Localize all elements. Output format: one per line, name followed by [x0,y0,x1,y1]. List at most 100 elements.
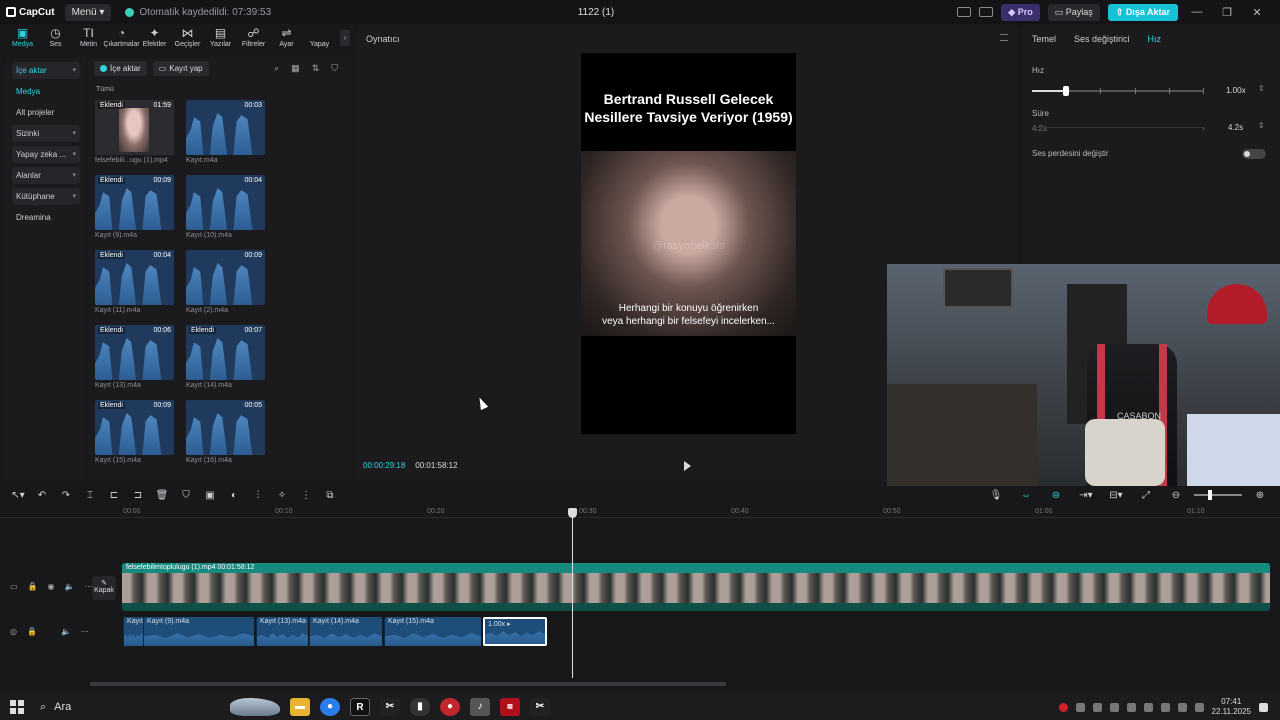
audio-clip[interactable]: Kayıt (14).m4a [309,617,382,646]
media-thumbnail[interactable]: Eklendi 00:09 [95,175,174,230]
media-item[interactable]: Eklendi 00:04 Kayıt (11).m4a [95,250,174,314]
tray-volume-icon[interactable] [1177,702,1187,712]
chrome-icon[interactable]: ● [320,698,340,716]
fullscreen-icon[interactable]: ⤢ [1134,490,1158,501]
export-button[interactable]: ⇧ Dışa Aktar [1107,3,1178,21]
tabs-scroll-right-icon[interactable]: › [340,30,350,46]
duration-value[interactable]: 4.2s [1228,123,1243,132]
tab-0[interactable]: ▣ Medya [6,26,39,54]
preview-axis-icon[interactable]: ⇥▾ [1074,490,1098,501]
media-item[interactable]: 00:04 Kayıt (10).m4a [186,175,265,239]
track-options-icon[interactable]: ⊟▾ [1104,490,1128,501]
tab-4[interactable]: ✦ Efektler [138,26,171,54]
split-left-icon[interactable]: ⊏ [102,490,126,501]
select-tool-icon[interactable]: ↖▾ [6,490,30,501]
media-item[interactable]: 00:09 Kayıt (2).m4a [186,250,265,314]
media-item[interactable]: Eklendi 00:06 Kayıt (13).m4a [95,325,174,389]
r-app-icon[interactable]: R [350,698,370,716]
windows-start-icon[interactable] [10,700,24,714]
menu-button[interactable]: Menü ▾ [64,3,112,21]
mask-icon[interactable]: ◐ [222,490,246,501]
zoom-out-icon[interactable]: ⊖ [1164,490,1188,501]
capcut-taskbar-icon[interactable]: ✂ [380,698,400,716]
speed-value[interactable]: 1.00x [1226,86,1246,95]
speed-slider-handle[interactable] [1063,86,1070,96]
sidebar-item-3[interactable]: Sizinki ▾ [12,125,80,142]
cover-button[interactable]: ✎ Kapak [92,576,116,600]
timeline-ruler[interactable]: 00:00 00:10 00:20 00:30 00:40 00:50 01:00 01:10 [0,506,1280,518]
restore-icon[interactable]: ❐ [1216,6,1238,19]
play-icon[interactable] [684,461,691,471]
track-visibility-icon[interactable]: ▭ [10,582,18,591]
layout-icon[interactable] [957,7,972,17]
media-thumbnail[interactable]: Eklendi 00:06 [95,325,174,380]
capcut-app-icon[interactable]: ✂ [530,698,550,716]
mic-app-icon[interactable]: ▮ [410,698,430,716]
split-icon[interactable]: ⌶ [78,490,102,501]
grid-view-icon[interactable]: ▦ [291,63,300,74]
media-thumbnail[interactable]: Eklendi 00:07 [186,325,265,380]
sidebar-item-4[interactable]: Yapay zeka ... ▾ [12,146,80,163]
audio-mute-icon[interactable]: 🔈 [61,627,71,636]
minimize-icon[interactable]: — [1186,6,1208,18]
playhead[interactable] [568,508,577,678]
pitch-toggle[interactable] [1242,149,1266,159]
search-icon[interactable]: ⌕ [274,63,279,74]
audio-more-icon[interactable]: ⋯ [81,627,89,636]
magic-icon[interactable]: ✧ [270,490,294,501]
shortcuts-icon[interactable] [979,7,994,17]
sidebar-item-2[interactable]: Alt projeler [12,104,80,121]
redo-icon[interactable]: ↷ [54,490,78,501]
audio-track-icon[interactable]: ◎ [10,627,17,636]
properties-tab-0[interactable]: Temel [1032,34,1056,44]
tray-battery-icon[interactable] [1194,702,1204,712]
frame-icon[interactable]: ▣ [198,490,222,501]
sidebar-item-0[interactable]: İçe aktar ▾ [12,62,80,79]
dolphin-widget-icon[interactable] [230,698,280,716]
tray-mic-icon[interactable] [1126,702,1136,712]
tray-monitor-icon[interactable] [1092,702,1102,712]
microphone-icon[interactable]: 🎙 [984,490,1008,501]
import-chip[interactable]: İçe aktar [94,60,147,76]
audio-lock-icon[interactable]: 🔒 [27,627,37,636]
filter-icon[interactable]: ⛉ [331,63,338,74]
properties-tab-1[interactable]: Ses değiştirici [1074,34,1130,44]
crop-icon[interactable]: ⧉ [318,490,342,501]
taskbar-clock[interactable]: 07:41 22.11.2025 [1212,697,1251,717]
audio-clip[interactable]: 1.00x ▸ [483,617,547,646]
tab-8[interactable]: ⇌ Ayar [270,26,303,54]
timeline-zoom-slider[interactable] [1194,490,1242,500]
media-item[interactable]: 00:05 Kayıt (16).m4a [186,400,265,464]
audio-clip[interactable]: Kayıt (15).m4a [384,617,481,646]
media-item[interactable]: Eklendi 00:09 Kayıt (15).m4a [95,400,174,464]
sidebar-item-1[interactable]: Medya [12,83,80,100]
tab-6[interactable]: ▤ Yazılar [204,26,237,54]
microphone-app-icon[interactable]: ♪ [470,698,490,716]
tab-7[interactable]: ☍ Filtreler [237,26,270,54]
sort-icon[interactable]: ⇅ [312,63,320,74]
audio-clip[interactable]: Kayıt (13).m4a [256,617,308,646]
media-thumbnail[interactable]: Eklendi 00:09 [95,400,174,455]
sidebar-item-6[interactable]: Kütüphane ▾ [12,188,80,205]
tray-wifi-icon[interactable] [1160,702,1170,712]
record-chip[interactable]: ▭ Kayıt yap [152,60,209,76]
track-lock-icon[interactable]: 🔒 [28,582,38,591]
video-editor-icon[interactable]: ▤ [500,698,520,716]
taskbar-search[interactable]: ⌕ Ara [40,701,230,714]
audio-split-icon[interactable]: ⋮ [294,490,318,501]
timeline-scrollbar[interactable] [90,682,726,686]
player-menu-icon[interactable] [1000,34,1008,41]
video-clip[interactable]: felsefebilimtoplulugu (1).mp4 00:01:58:1… [122,563,1270,611]
undo-icon[interactable]: ↶ [30,490,54,501]
audio-clip[interactable]: Kayıt (9).m4a [143,617,254,646]
record-app-icon[interactable]: ● [440,698,460,716]
audio-clip[interactable]: Kayıt ( [123,617,147,646]
sidebar-item-5[interactable]: Alanlar ▾ [12,167,80,184]
tab-1[interactable]: ◷ Ses [39,26,72,54]
media-item[interactable]: Eklendi 00:07 Kayıt (14).m4a [186,325,265,389]
tray-network-icon[interactable] [1109,702,1119,712]
pro-button[interactable]: ◆ Pro [1001,3,1040,21]
notification-icon[interactable] [1259,702,1268,712]
track-eye-icon[interactable]: ◉ [48,582,55,591]
sidebar-item-7[interactable]: Dreamina [12,209,80,226]
